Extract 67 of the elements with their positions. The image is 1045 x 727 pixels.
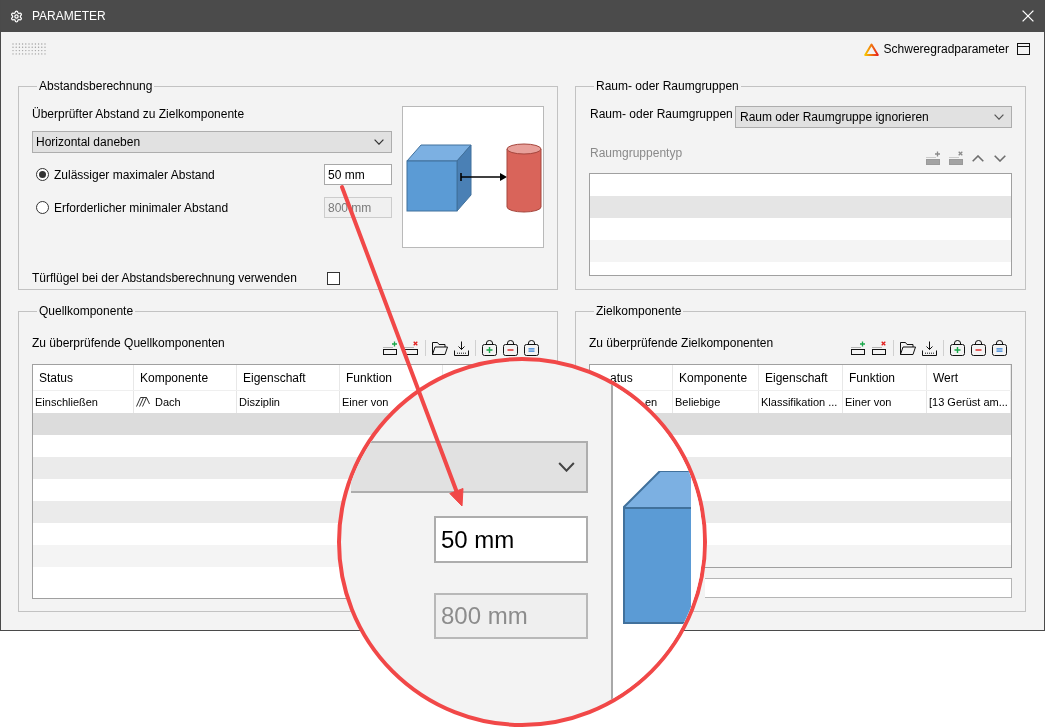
add-row-icon[interactable] bbox=[851, 341, 866, 355]
bag-minus-icon[interactable] bbox=[971, 340, 986, 356]
chevron-up-icon[interactable] bbox=[972, 154, 984, 162]
column-header[interactable]: Funktion bbox=[346, 369, 393, 386]
text-field[interactable] bbox=[705, 578, 1012, 598]
field-label: Überprüfter Abstand zu Zielkomponente bbox=[32, 106, 245, 122]
bag-minus-icon[interactable] bbox=[503, 340, 518, 356]
field-label: Raum- oder Raumgruppen bbox=[590, 106, 733, 122]
magnified-input-field: 50 mm bbox=[434, 516, 588, 563]
bag-equals-icon[interactable] bbox=[524, 340, 539, 356]
column-header[interactable]: atus bbox=[610, 369, 633, 386]
close-icon[interactable] bbox=[1022, 10, 1034, 22]
field-label: Zu überprüfende Quellkomponenten bbox=[32, 335, 225, 351]
radio-button[interactable] bbox=[36, 168, 49, 181]
cylinder-shape bbox=[506, 143, 542, 213]
table-cell: en bbox=[645, 395, 658, 409]
bag-equals-icon[interactable] bbox=[992, 340, 1007, 356]
chevron-down-icon bbox=[994, 114, 1004, 120]
window-icon[interactable] bbox=[1017, 43, 1030, 55]
dropdown[interactable]: Horizontal daneben bbox=[32, 131, 392, 153]
warning-icon bbox=[863, 42, 879, 56]
table-cell: Dach bbox=[155, 395, 181, 409]
group-title: Raum- oder Raumgruppen bbox=[595, 79, 740, 93]
folder-icon[interactable] bbox=[432, 341, 448, 355]
list-label: Raumgruppentyp bbox=[590, 145, 683, 161]
table-cell: Einer von bbox=[845, 395, 892, 409]
group-title: Quellkomponente bbox=[38, 304, 135, 318]
column-header[interactable]: Status bbox=[39, 369, 74, 386]
table-cell: Disziplin bbox=[239, 395, 280, 409]
delete-row-icon[interactable] bbox=[872, 341, 887, 355]
chevron-down-icon[interactable] bbox=[994, 154, 1006, 162]
list-box[interactable] bbox=[589, 173, 1012, 276]
distance-arrow bbox=[460, 172, 507, 182]
window-title: PARAMETER bbox=[32, 8, 106, 24]
dropdown[interactable]: Raum oder Raumgruppe ignorieren bbox=[735, 106, 1012, 128]
bag-plus-icon[interactable] bbox=[482, 340, 497, 356]
table-cell: [13 Gerüst am... bbox=[929, 395, 1008, 409]
column-header[interactable]: Funktion bbox=[849, 369, 896, 386]
magnified-disabled-field: 800 mm bbox=[434, 593, 588, 639]
folder-icon[interactable] bbox=[900, 341, 916, 355]
download-icon[interactable] bbox=[922, 340, 937, 356]
radio-label[interactable]: Zulässiger maximaler Abstand bbox=[54, 166, 215, 183]
severity-parameters-button[interactable]: Schweregradparameter bbox=[863, 40, 1009, 58]
chevron-down-icon bbox=[374, 139, 384, 145]
column-header[interactable]: Wert bbox=[933, 369, 959, 386]
grip-dots-icon[interactable] bbox=[12, 43, 46, 55]
cube-shape bbox=[406, 144, 472, 212]
value-field[interactable]: 50 mm bbox=[324, 164, 392, 185]
column-header[interactable]: Komponente bbox=[140, 369, 209, 386]
column-header[interactable]: Eigenschaft bbox=[765, 369, 828, 386]
column-header[interactable]: Eigenschaft bbox=[243, 369, 306, 386]
gear-icon bbox=[10, 9, 23, 23]
column-header[interactable]: Komponente bbox=[679, 369, 748, 386]
chevron-down-icon bbox=[558, 462, 575, 472]
checkbox-label[interactable]: Türflügel bei der Abstandsberechnung verwenden bbox=[32, 270, 297, 286]
download-icon[interactable] bbox=[454, 340, 469, 356]
checkbox[interactable] bbox=[327, 271, 340, 285]
table-cell: Einschließen bbox=[35, 395, 98, 409]
table-cell: Beliebige bbox=[675, 395, 721, 409]
add-row-icon[interactable] bbox=[383, 341, 398, 355]
table-cell: Einer von bbox=[342, 395, 389, 409]
group-title: Abstandsberechnung bbox=[38, 79, 154, 93]
field-label: Zu überprüfende Zielkomponenten bbox=[589, 335, 774, 351]
group-title: Zielkomponente bbox=[595, 304, 683, 318]
bag-plus-icon[interactable] bbox=[950, 340, 965, 356]
table-cell: Klassifikation ... bbox=[761, 395, 838, 409]
delete-row-icon[interactable] bbox=[404, 341, 419, 355]
